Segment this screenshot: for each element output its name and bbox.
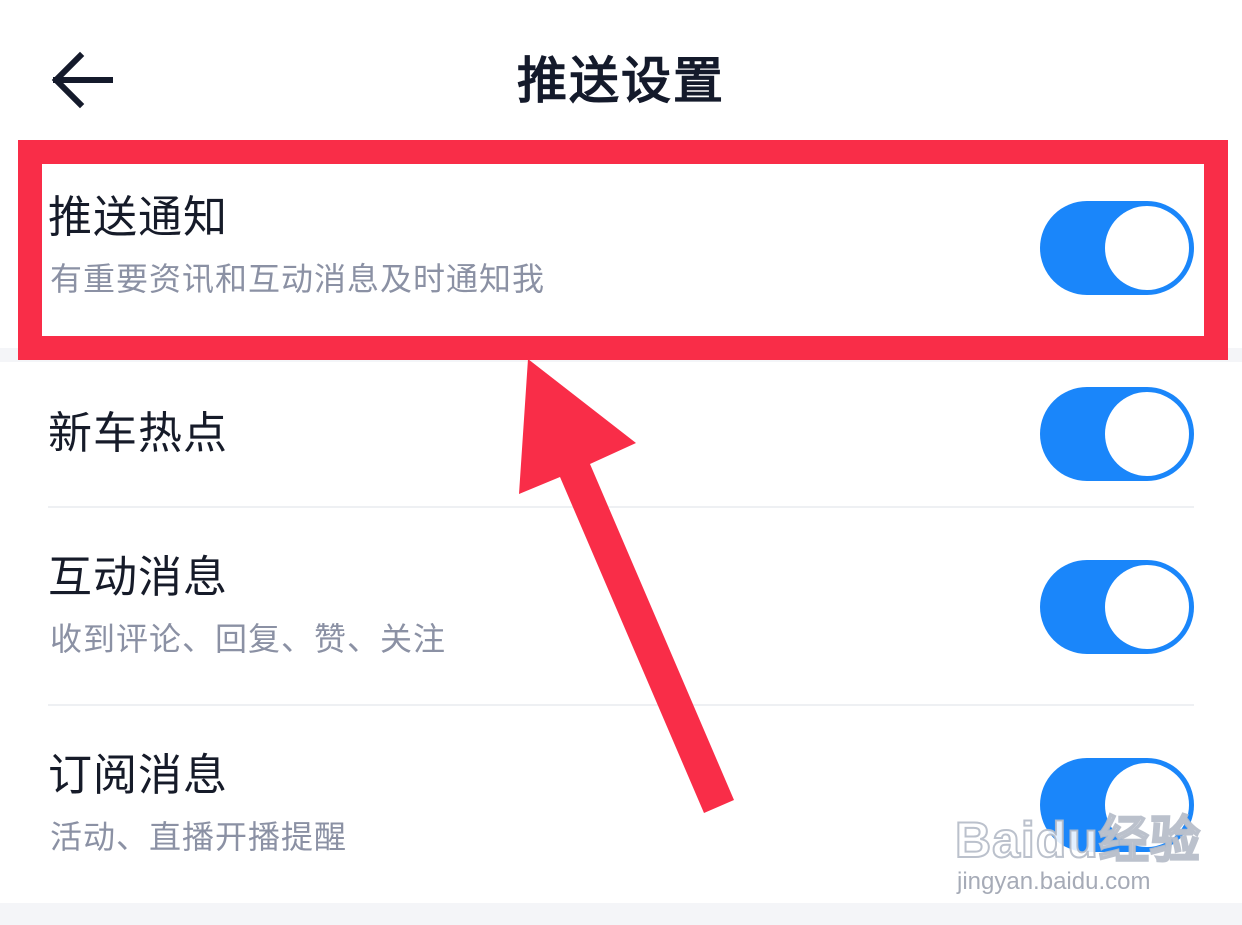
push-settings-screen: 推送设置 推送通知 有重要资讯和互动消息及时通知我 新车热点 互动消息 收到评论…: [0, 0, 1242, 925]
toggle-knob: [1105, 565, 1189, 649]
setting-row-interaction-messages: 互动消息 收到评论、回复、赞、关注: [0, 508, 1242, 704]
toggle-knob: [1105, 392, 1189, 476]
navigation-bar: 推送设置: [0, 0, 1242, 162]
bottom-spacer: [0, 903, 1242, 925]
section-divider: [0, 348, 1242, 362]
toggle-knob: [1105, 763, 1189, 847]
setting-row-push-notification: 推送通知 有重要资讯和互动消息及时通知我: [0, 162, 1242, 348]
page-title: 推送设置: [517, 52, 725, 110]
setting-title: 订阅消息: [48, 750, 228, 801]
setting-subtitle: 活动、直播开播提醒: [50, 818, 348, 856]
setting-row-subscription-messages: 订阅消息 活动、直播开播提醒: [0, 706, 1242, 903]
setting-row-new-car-hotspot: 新车热点: [0, 362, 1242, 507]
setting-title: 新车热点: [48, 408, 228, 459]
setting-subtitle: 有重要资讯和互动消息及时通知我: [50, 260, 546, 298]
new-car-hotspot-toggle[interactable]: [1040, 387, 1194, 481]
setting-subtitle: 收到评论、回复、赞、关注: [50, 620, 447, 658]
setting-title: 推送通知: [48, 192, 228, 243]
setting-title: 互动消息: [48, 552, 228, 603]
push-notification-toggle[interactable]: [1040, 201, 1194, 295]
subscription-messages-toggle[interactable]: [1040, 758, 1194, 852]
interaction-messages-toggle[interactable]: [1040, 560, 1194, 654]
toggle-knob: [1105, 206, 1189, 290]
